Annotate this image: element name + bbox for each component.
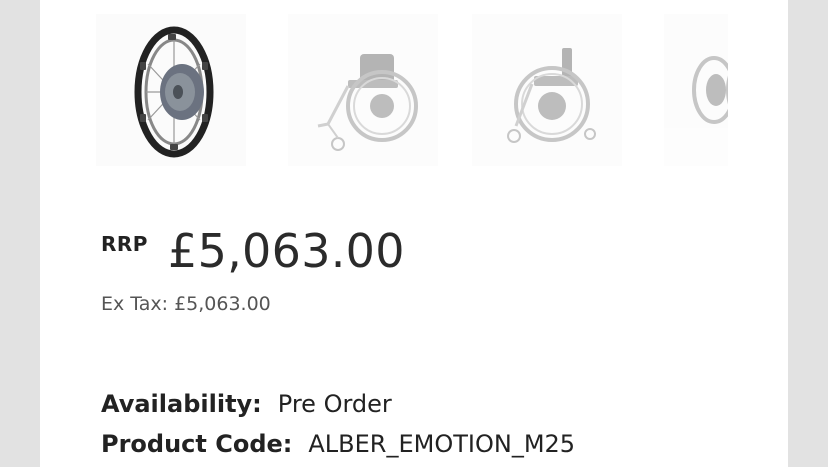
gallery-thumb-wheel[interactable] (96, 14, 246, 166)
availability-label: Availability: (101, 390, 262, 418)
availability-row: Availability: Pre Order (101, 390, 392, 418)
gallery-thumb-wheel-partial[interactable] (664, 14, 728, 166)
image-gallery (96, 14, 728, 166)
product-code-row: Product Code: ALBER_EMOTION_M25 (101, 430, 575, 458)
product-panel: RRP £5,063.00 Ex Tax: £5,063.00 Availabi… (40, 0, 788, 467)
product-code-label: Product Code: (101, 430, 293, 458)
availability-value: Pre Order (277, 390, 392, 418)
wheelchair-side-image (317, 54, 418, 151)
gallery-thumb-wheelchair-front[interactable] (472, 14, 622, 166)
product-price: £5,063.00 (168, 224, 405, 278)
ex-tax-price: Ex Tax: £5,063.00 (101, 293, 271, 315)
gallery-thumb-wheelchair-side[interactable] (288, 14, 438, 166)
wheel-partial-image (692, 56, 728, 124)
product-code-value: ALBER_EMOTION_M25 (308, 430, 576, 458)
wheel-image (134, 26, 214, 158)
rrp-label: RRP (101, 232, 148, 256)
wheelchair-front-image (507, 48, 596, 143)
